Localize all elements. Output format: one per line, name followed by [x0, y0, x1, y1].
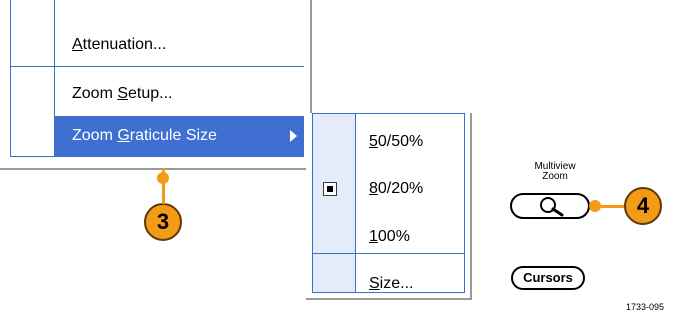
submenu-item-label: ize... — [379, 275, 414, 292]
menu-item-zoom-graticule-size[interactable]: Zoom Graticule Size — [55, 116, 304, 157]
menu-item-label: etup... — [128, 85, 173, 102]
zoom-menu: Attenuation... Zoom Setup... Zoom Gratic… — [0, 0, 312, 170]
menu-item-mnemonic: A — [72, 36, 83, 53]
submenu-separator — [312, 253, 465, 254]
submenu-item-50-50[interactable]: 50/50% — [369, 133, 423, 151]
figure-number: 1733-095 — [626, 302, 665, 312]
cursors-button[interactable]: Cursors — [511, 266, 585, 290]
menu-item-zoom-setup[interactable]: Zoom Setup... — [10, 74, 304, 115]
checked-bullet-icon — [323, 182, 337, 196]
menu-item-label: ttenuation... — [82, 36, 167, 53]
submenu-arrow-icon — [290, 130, 297, 142]
magnifier-icon — [540, 197, 564, 217]
multiview-zoom-label: Multiview Zoom — [520, 162, 590, 182]
submenu-item-label: 0/20% — [377, 180, 424, 197]
callout-4: 4 — [624, 187, 662, 225]
menu-bottom-border — [10, 156, 304, 157]
submenu-item-80-20[interactable]: 80/20% — [369, 180, 423, 198]
menu-item-attenuation[interactable]: Attenuation... — [10, 25, 304, 66]
menu-separator — [10, 66, 304, 67]
menu-item-label: raticule Size — [129, 127, 217, 144]
submenu-item-mnemonic: 8 — [369, 180, 378, 197]
submenu-item-mnemonic: 5 — [369, 133, 378, 150]
callout-3: 3 — [144, 203, 182, 241]
submenu-item-mnemonic: 1 — [369, 228, 378, 245]
submenu-item-mnemonic: S — [369, 275, 380, 292]
menu-item-mnemonic: S — [117, 85, 129, 102]
submenu-item-label: 0/50% — [377, 133, 424, 150]
submenu-item-100[interactable]: 100% — [369, 228, 410, 246]
multiview-zoom-button[interactable] — [510, 193, 590, 219]
submenu-item-size[interactable]: Size... — [369, 275, 413, 293]
graticule-size-submenu: 50/50% 80/20% 100% Size... — [306, 113, 472, 300]
multiview-zoom-label-line2: Zoom — [542, 171, 568, 182]
menu-item-mnemonic: G — [117, 127, 130, 144]
menu-item-label: Zoom — [72, 85, 118, 102]
menu-item-label: Zoom — [72, 127, 118, 144]
callout-3-stem — [162, 182, 165, 204]
submenu-item-label: 00% — [377, 228, 410, 245]
callout-4-anchor-dot — [589, 200, 601, 212]
